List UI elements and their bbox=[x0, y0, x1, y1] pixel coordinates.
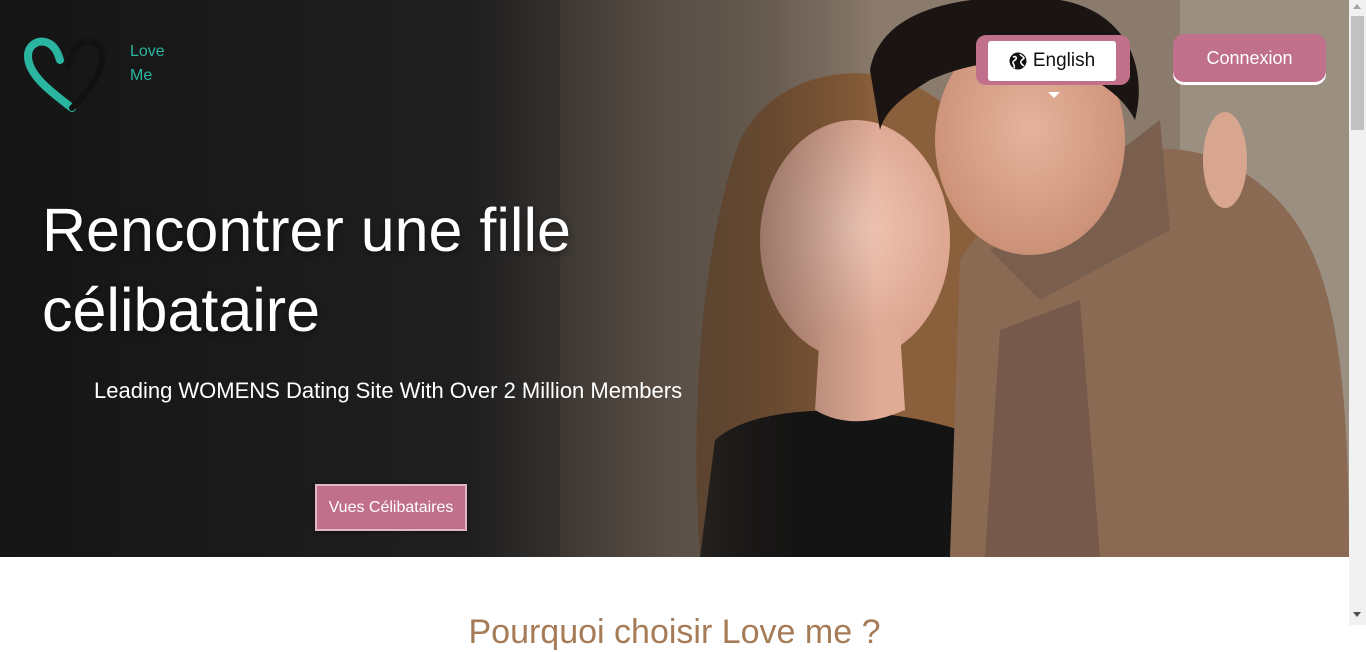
scroll-up-arrow-icon[interactable] bbox=[1353, 4, 1361, 9]
language-selector: English bbox=[976, 35, 1130, 98]
vertical-scrollbar[interactable] bbox=[1349, 0, 1366, 625]
heart-logo-icon[interactable] bbox=[24, 36, 106, 112]
scroll-thumb[interactable] bbox=[1351, 16, 1364, 130]
caret-down-icon[interactable] bbox=[1048, 92, 1060, 98]
brand-name-line1: Love bbox=[130, 43, 165, 60]
hero-banner: Love Me English Connexion Rencontrer une… bbox=[0, 0, 1349, 557]
language-button[interactable]: English bbox=[988, 41, 1116, 81]
brand-name[interactable]: Love Me bbox=[130, 40, 190, 88]
hero-subtitle: Leading WOMENS Dating Site With Over 2 M… bbox=[94, 378, 683, 403]
brand-name-line2: Me bbox=[130, 67, 153, 84]
hero-title: Rencontrer une fille célibataire bbox=[42, 190, 662, 350]
section-heading: Pourquoi choisir Love me ? bbox=[468, 613, 881, 651]
globe-icon bbox=[1009, 52, 1027, 70]
view-singles-button[interactable]: Vues Célibataires bbox=[315, 484, 467, 531]
scroll-down-arrow-icon[interactable] bbox=[1353, 612, 1361, 617]
hero-title-line1: Rencontrer une fille bbox=[42, 196, 571, 264]
language-label: English bbox=[1032, 50, 1096, 71]
hero-title-line2: célibataire bbox=[42, 276, 321, 344]
login-button[interactable]: Connexion bbox=[1173, 34, 1326, 82]
